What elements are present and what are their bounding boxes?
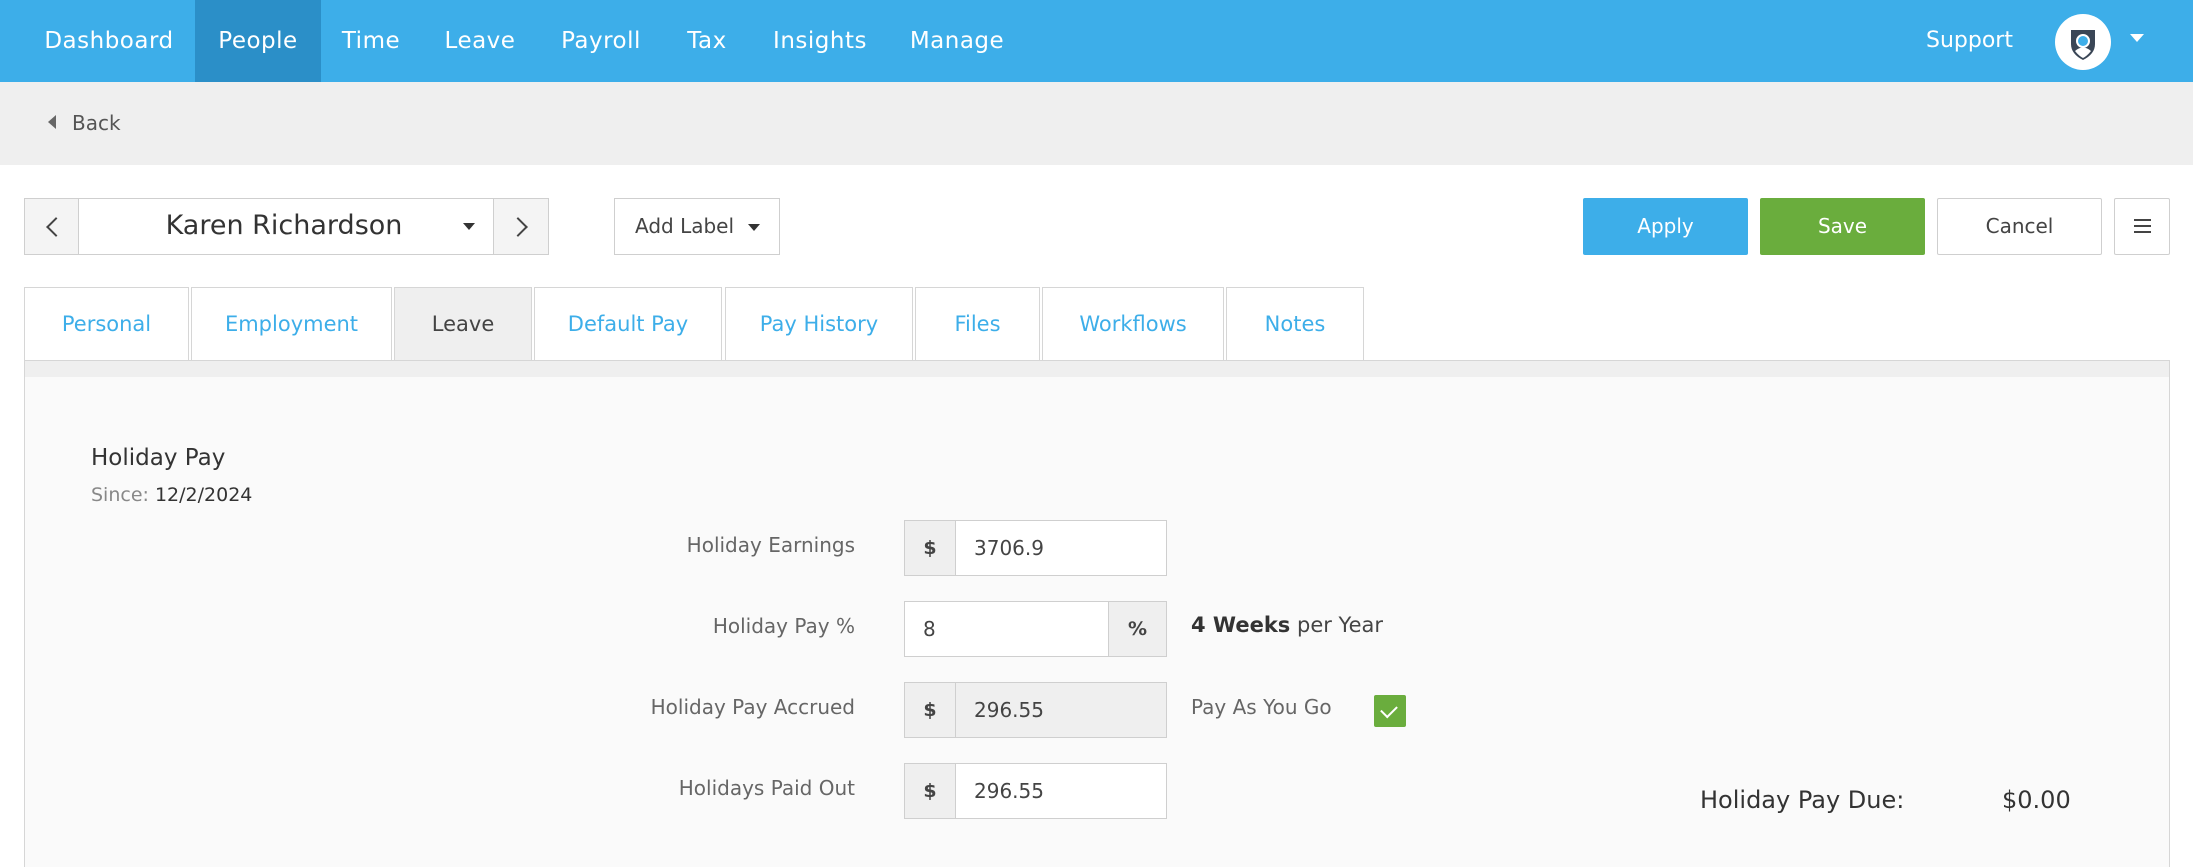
holidays-paid-out-input[interactable]: 296.55 [955, 763, 1167, 819]
previous-employee-button[interactable] [24, 198, 79, 255]
holiday-pay-accrued-label: Holiday Pay Accrued [650, 695, 855, 719]
since-date: Since: 12/2/2024 [91, 484, 252, 506]
chevron-down-icon [748, 224, 760, 231]
apply-button[interactable]: Apply [1583, 198, 1748, 255]
nav-payroll[interactable]: Payroll [539, 0, 663, 82]
tab-divider [24, 360, 2170, 377]
tab-personal[interactable]: Personal [24, 287, 189, 361]
back-label: Back [72, 111, 121, 135]
holidays-paid-out-label: Holidays Paid Out [678, 776, 855, 800]
back-arrow-icon [48, 115, 56, 129]
cancel-button[interactable]: Cancel [1937, 198, 2102, 255]
add-label-button[interactable]: Add Label [614, 198, 780, 255]
tab-pay-history[interactable]: Pay History [725, 287, 913, 361]
section-title: Holiday Pay [91, 445, 226, 471]
currency-addon: $ [904, 682, 956, 738]
nav-people[interactable]: People [195, 0, 321, 82]
percent-addon: % [1108, 601, 1167, 657]
holiday-pay-pct-label: Holiday Pay % [712, 614, 855, 638]
employee-dropdown-icon [463, 223, 475, 230]
user-avatar[interactable] [2055, 14, 2111, 70]
weeks-suffix: per Year [1296, 613, 1384, 637]
more-menu-button[interactable] [2114, 198, 2170, 255]
tab-workflows[interactable]: Workflows [1042, 287, 1224, 361]
tab-files[interactable]: Files [915, 287, 1040, 361]
holiday-pay-accrued-field: 296.55 [955, 682, 1167, 738]
support-link[interactable]: Support [1926, 0, 2013, 82]
nav-tax[interactable]: Tax [663, 0, 751, 82]
tab-employment[interactable]: Employment [191, 287, 392, 361]
account-dropdown-icon[interactable] [2130, 34, 2144, 42]
back-link[interactable]: Back [48, 82, 121, 165]
add-label-text: Add Label [635, 214, 735, 238]
since-value: 12/2/2024 [154, 484, 253, 506]
top-nav: Dashboard People Time Leave Payroll Tax … [0, 0, 2193, 82]
chevron-left-icon [46, 217, 66, 237]
tab-leave[interactable]: Leave [394, 287, 532, 361]
currency-addon: $ [904, 763, 956, 819]
holiday-pay-due-label: Holiday Pay Due: [1700, 786, 1905, 814]
save-button[interactable]: Save [1760, 198, 1925, 255]
weeks-count: 4 Weeks [1191, 613, 1291, 637]
employee-name: Karen Richardson [165, 210, 403, 241]
nav-dashboard[interactable]: Dashboard [24, 0, 194, 82]
since-label: Since: [91, 484, 149, 506]
chevron-right-icon [508, 217, 528, 237]
nav-insights[interactable]: Insights [751, 0, 889, 82]
holiday-pay-due-value: $0.00 [2002, 786, 2071, 814]
nav-leave[interactable]: Leave [421, 0, 539, 82]
nav-manage[interactable]: Manage [889, 0, 1025, 82]
back-bar: Back [0, 82, 2193, 165]
weeks-per-year: 4 Weeks per Year [1191, 613, 1383, 637]
nav-time[interactable]: Time [321, 0, 421, 82]
next-employee-button[interactable] [493, 198, 549, 255]
pay-as-you-go-checkbox[interactable] [1374, 695, 1406, 727]
holiday-earnings-input[interactable]: 3706.9 [955, 520, 1167, 576]
tab-notes[interactable]: Notes [1226, 287, 1364, 361]
pay-as-you-go-label: Pay As You Go [1191, 695, 1332, 719]
shield-user-icon [2071, 30, 2095, 60]
tab-default-pay[interactable]: Default Pay [534, 287, 722, 361]
holiday-earnings-label: Holiday Earnings [686, 533, 855, 557]
holiday-pay-pct-input[interactable]: 8 [904, 601, 1109, 657]
currency-addon: $ [904, 520, 956, 576]
